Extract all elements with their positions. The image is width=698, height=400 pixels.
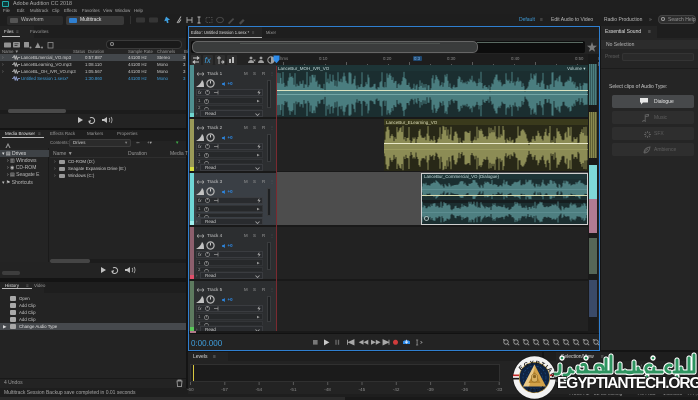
svg-text:-48: -48 (324, 387, 331, 392)
svg-text:-33: -33 (496, 387, 503, 392)
svg-text:-57: -57 (221, 387, 228, 392)
svg-text:fx: fx (205, 56, 212, 65)
svg-text:-60: -60 (187, 387, 194, 392)
svg-text:-54: -54 (256, 387, 263, 392)
svg-text:-39: -39 (427, 387, 434, 392)
svg-text:-45: -45 (359, 387, 366, 392)
svg-text:-42: -42 (393, 387, 400, 392)
svg-text:-51: -51 (290, 387, 297, 392)
svg-text:-36: -36 (461, 387, 468, 392)
